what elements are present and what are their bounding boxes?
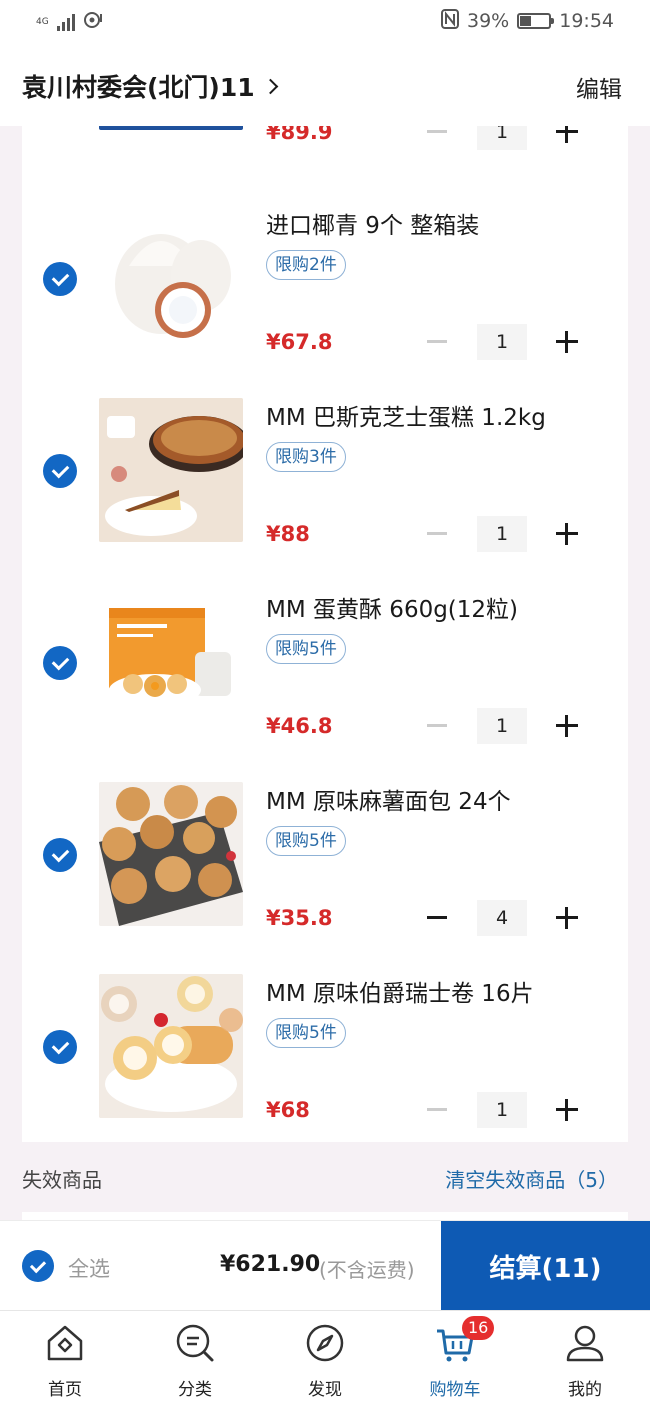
address-text: 袁川村委会(北门)11 bbox=[22, 73, 255, 102]
shipping-note: (不含运费) bbox=[319, 1258, 415, 1282]
item-title[interactable]: 进口椰青 9个 整箱装 bbox=[266, 206, 479, 240]
tab-label: 我的 bbox=[568, 1380, 602, 1400]
product-image bbox=[99, 590, 243, 734]
item-checkbox[interactable] bbox=[43, 838, 77, 872]
product-image bbox=[99, 782, 243, 926]
delivery-address[interactable]: 袁川村委会(北门)11 bbox=[22, 68, 278, 104]
compass-icon bbox=[306, 1324, 344, 1362]
tab-discover[interactable]: 发现 bbox=[260, 1311, 390, 1409]
signal-icon bbox=[56, 13, 75, 31]
decrease-button[interactable] bbox=[427, 1108, 447, 1111]
item-title[interactable]: MM 原味麻薯面包 24个 bbox=[266, 782, 511, 816]
item-title[interactable]: MM 巴斯克芝士蛋糕 1.2kg bbox=[266, 398, 546, 432]
tab-cart[interactable]: 16 购物车 bbox=[390, 1311, 520, 1409]
limit-badge: 限购5件 bbox=[266, 826, 346, 856]
chevron-right-icon bbox=[262, 78, 278, 94]
network-type: 4G bbox=[36, 16, 49, 27]
item-price: ¥46.8 bbox=[266, 714, 333, 738]
invalid-items-header: 失效商品 清空失效商品（5） bbox=[0, 1142, 650, 1212]
increase-button[interactable] bbox=[556, 331, 578, 353]
quantity-field[interactable]: 1 bbox=[477, 1092, 527, 1128]
decrease-button[interactable] bbox=[427, 130, 447, 133]
item-title[interactable]: MM 蛋黄酥 660g(12粒) bbox=[266, 590, 518, 624]
item-checkbox[interactable] bbox=[43, 646, 77, 680]
increase-button[interactable] bbox=[556, 715, 578, 737]
cart-item: 进口椰青 9个 整箱装 限购2件 ¥67.8 1 bbox=[22, 178, 628, 370]
invalid-items-label: 失效商品 bbox=[22, 1168, 102, 1192]
item-title[interactable]: MM 原味伯爵瑞士卷 16片 bbox=[266, 974, 534, 1008]
tab-category[interactable]: 分类 bbox=[130, 1311, 260, 1409]
tab-label: 分类 bbox=[178, 1380, 212, 1400]
home-icon bbox=[47, 1325, 83, 1361]
quantity-field[interactable]: 4 bbox=[477, 900, 527, 936]
select-all-label[interactable]: 全选 bbox=[68, 1253, 110, 1283]
item-price: ¥35.8 bbox=[266, 906, 333, 930]
hotspot-icon bbox=[83, 10, 103, 34]
item-price: ¥67.8 bbox=[266, 330, 333, 354]
product-image bbox=[99, 398, 243, 542]
increase-button[interactable] bbox=[556, 523, 578, 545]
edit-button[interactable]: 编辑 bbox=[576, 70, 622, 104]
cart-item: MM 蛋黄酥 660g(12粒) 限购5件 ¥46.8 1 bbox=[22, 562, 628, 754]
quantity-field[interactable]: 1 bbox=[477, 708, 527, 744]
cart-item: MM 原味伯爵瑞士卷 16片 限购5件 ¥68 1 bbox=[22, 946, 628, 1138]
clear-invalid-button[interactable]: 清空失效商品（5） bbox=[445, 1164, 618, 1193]
cart-count-badge: 16 bbox=[462, 1316, 495, 1340]
item-price: ¥89.9 bbox=[266, 126, 333, 144]
select-all-checkbox[interactable] bbox=[22, 1250, 54, 1282]
app-root: 4G 39% 19:54 袁川村委会(北门)11 编辑 ¥89.9 1 进口椰青… bbox=[0, 0, 650, 1409]
item-checkbox[interactable] bbox=[43, 262, 77, 296]
battery-icon bbox=[517, 13, 555, 29]
decrease-button[interactable] bbox=[427, 340, 447, 343]
cart-item-partial: ¥89.9 1 bbox=[22, 126, 628, 178]
user-icon bbox=[566, 1325, 604, 1362]
tab-label: 发现 bbox=[308, 1380, 342, 1400]
tab-label: 首页 bbox=[48, 1380, 82, 1400]
page-header: 袁川村委会(北门)11 编辑 bbox=[0, 46, 650, 126]
limit-badge: 限购2件 bbox=[266, 250, 346, 280]
cart-list: ¥89.9 1 进口椰青 9个 整箱装 限购2件 ¥67.8 1 MM 巴斯克芝… bbox=[22, 126, 628, 1142]
item-price: ¥88 bbox=[266, 522, 310, 546]
tab-label: 购物车 bbox=[429, 1380, 481, 1400]
status-left: 4G bbox=[36, 10, 103, 34]
increase-button[interactable] bbox=[556, 1099, 578, 1121]
status-right: 39% 19:54 bbox=[441, 9, 614, 33]
limit-badge: 限购5件 bbox=[266, 1018, 346, 1048]
status-bar: 4G 39% 19:54 bbox=[0, 0, 650, 46]
increase-button[interactable] bbox=[556, 126, 578, 143]
item-checkbox[interactable] bbox=[43, 1030, 77, 1064]
quantity-field[interactable]: 1 bbox=[477, 126, 527, 150]
quantity-field[interactable]: 1 bbox=[477, 516, 527, 552]
category-search-icon bbox=[176, 1324, 214, 1362]
bottom-tab-bar: 首页 分类 发现 16 购物车 我的 bbox=[0, 1310, 650, 1409]
battery-fill bbox=[520, 16, 532, 26]
limit-badge: 限购5件 bbox=[266, 634, 346, 664]
decrease-button[interactable] bbox=[427, 532, 447, 535]
total-price: ¥621.90 bbox=[220, 1252, 321, 1277]
limit-badge: 限购3件 bbox=[266, 442, 346, 472]
cart-item: MM 原味麻薯面包 24个 限购5件 ¥35.8 4 bbox=[22, 754, 628, 946]
checkout-bar: 全选 ¥621.90 (不含运费) 结算(11) bbox=[0, 1220, 650, 1311]
increase-button[interactable] bbox=[556, 907, 578, 929]
item-checkbox[interactable] bbox=[43, 454, 77, 488]
nfc-icon bbox=[441, 9, 459, 33]
product-image bbox=[99, 126, 243, 130]
checkout-button[interactable]: 结算(11) bbox=[441, 1221, 650, 1311]
product-image bbox=[99, 974, 243, 1118]
product-image bbox=[99, 206, 243, 350]
tab-home[interactable]: 首页 bbox=[0, 1311, 130, 1409]
decrease-button[interactable] bbox=[427, 916, 447, 919]
battery-percent: 39% bbox=[467, 10, 510, 32]
item-price: ¥68 bbox=[266, 1098, 310, 1122]
quantity-field[interactable]: 1 bbox=[477, 324, 527, 360]
tab-profile[interactable]: 我的 bbox=[520, 1311, 650, 1409]
decrease-button[interactable] bbox=[427, 724, 447, 727]
clock: 19:54 bbox=[559, 10, 614, 32]
cart-item: MM 巴斯克芝士蛋糕 1.2kg 限购3件 ¥88 1 bbox=[22, 370, 628, 562]
